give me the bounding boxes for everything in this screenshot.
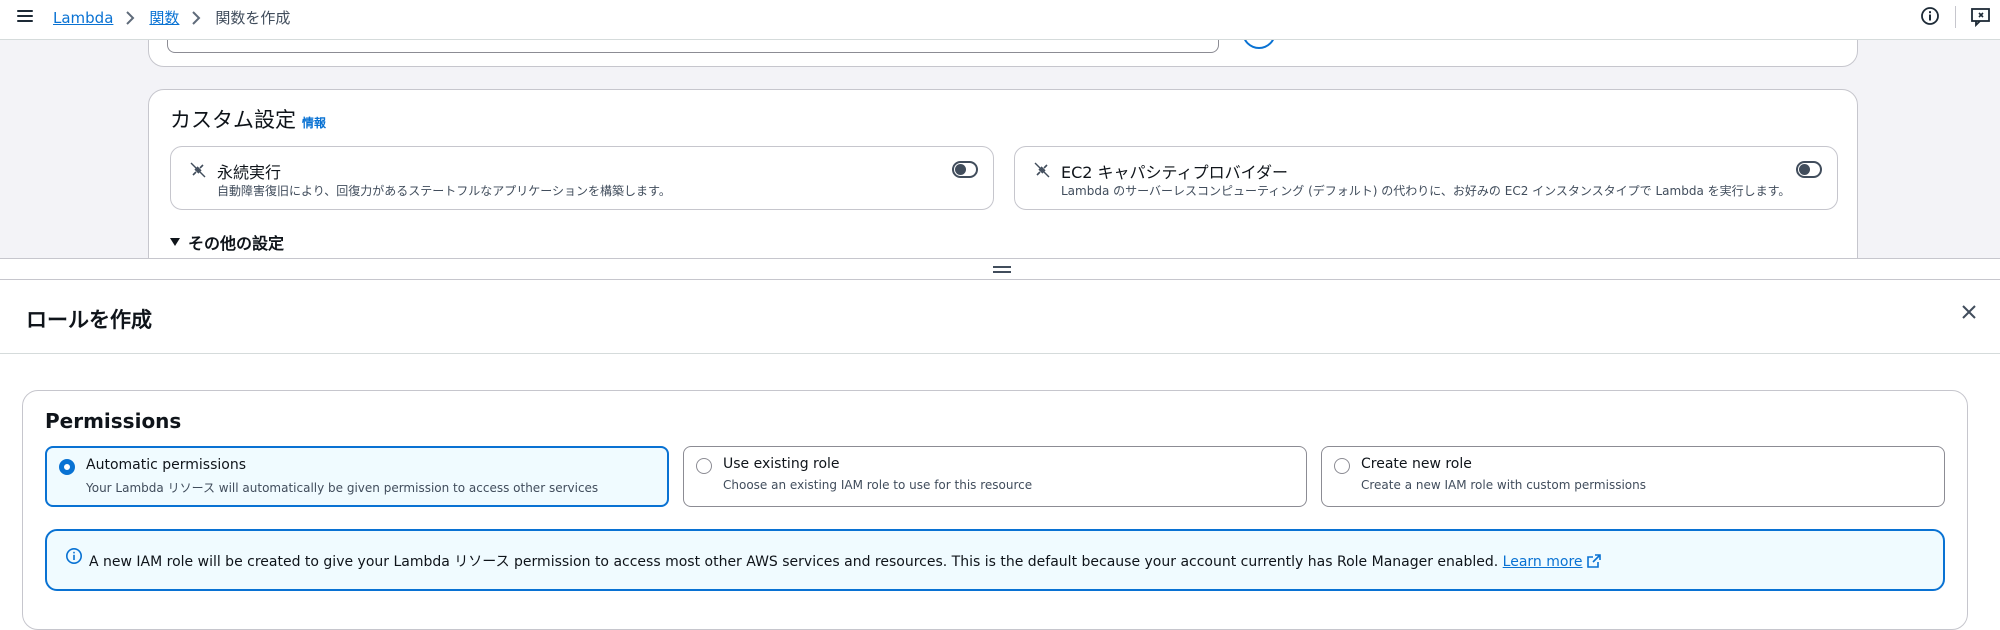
breadcrumb-lambda[interactable]: Lambda	[53, 9, 113, 27]
chevron-right-icon	[191, 10, 201, 25]
info-icon	[65, 547, 83, 565]
tile-description: Your Lambda リソース will automatically be g…	[86, 481, 599, 495]
durable-execution-toggle[interactable]	[952, 161, 978, 178]
info-link[interactable]: 情報	[302, 114, 326, 131]
close-icon[interactable]	[1959, 302, 1979, 322]
caret-down-icon	[170, 238, 180, 246]
durable-execution-title: 永続実行	[217, 163, 282, 182]
ec2-capacity-provider-title: EC2 キャパシティプロバイダー	[1061, 163, 1288, 182]
chevron-right-icon	[125, 10, 135, 25]
durable-execution-option: 永続実行 自動障害復旧により、回復力があるステートフルなアプリケーションを構築し…	[170, 146, 994, 210]
menu-icon[interactable]	[16, 7, 36, 27]
panel-resize-handle[interactable]	[0, 258, 2000, 280]
automatic-permissions-radio[interactable]	[59, 459, 75, 475]
use-existing-role-tile[interactable]: Use existing role Choose an existing IAM…	[683, 446, 1307, 507]
tile-label: Create new role	[1361, 456, 1472, 472]
external-link-icon	[1586, 554, 1601, 568]
other-settings-expander[interactable]: その他の設定	[170, 230, 284, 254]
permissions-card: Permissions Automatic permissions Your L…	[22, 390, 1968, 630]
ec2-capacity-provider-description: Lambda のサーバーレスコンピューティング (デフォルト) の代わりに、お好…	[1061, 184, 1791, 198]
tile-label: Automatic permissions	[86, 457, 246, 473]
drag-handle-icon	[993, 266, 1011, 274]
feedback-icon[interactable]	[1970, 6, 1992, 28]
radio-indicator-icon[interactable]	[1242, 40, 1276, 49]
panel-title: ロールを作成	[26, 308, 152, 332]
tile-description: Choose an existing IAM role to use for t…	[723, 478, 1033, 492]
breadcrumb-functions[interactable]: 関数	[149, 7, 179, 28]
unplug-icon	[1034, 162, 1050, 178]
top-navigation-bar: Lambda 関数 関数を作成	[0, 0, 2000, 40]
alert-message: A new IAM role will be created to give y…	[89, 551, 1601, 571]
permissions-title: Permissions	[45, 409, 182, 433]
create-new-role-tile[interactable]: Create new role Create a new IAM role wi…	[1321, 446, 1945, 507]
function-name-input[interactable]	[167, 40, 1219, 53]
alert-text: A new IAM role will be created to give y…	[89, 554, 1499, 570]
tile-description: Create a new IAM role with custom permis…	[1361, 478, 1646, 492]
ec2-capacity-provider-toggle[interactable]	[1796, 161, 1822, 178]
toolbar-divider	[1955, 6, 1956, 28]
learn-more-link[interactable]: Learn more	[1503, 554, 1601, 570]
breadcrumb-current: 関数を作成	[215, 9, 291, 27]
unplug-icon	[190, 162, 206, 178]
custom-settings-title: カスタム設定	[170, 108, 296, 132]
main-content-area: カスタム設定 情報 永続実行 自動障害復旧により、回復力があるステートフルなアプ…	[0, 40, 2000, 258]
info-icon[interactable]	[1920, 6, 1940, 26]
use-existing-role-radio[interactable]	[696, 458, 712, 474]
ec2-capacity-provider-option: EC2 キャパシティプロバイダー Lambda のサーバーレスコンピューティング…	[1014, 146, 1838, 210]
previous-section-card	[148, 40, 1858, 67]
other-settings-label: その他の設定	[188, 234, 285, 253]
durable-execution-description: 自動障害復旧により、回復力があるステートフルなアプリケーションを構築します。	[217, 184, 671, 198]
custom-settings-card: カスタム設定 情報 永続実行 自動障害復旧により、回復力があるステートフルなアプ…	[148, 89, 1858, 258]
automatic-permissions-tile[interactable]: Automatic permissions Your Lambda リソース w…	[45, 446, 669, 507]
breadcrumb: Lambda 関数 関数を作成	[53, 7, 290, 28]
tile-label: Use existing role	[723, 456, 840, 472]
create-new-role-radio[interactable]	[1334, 458, 1350, 474]
info-alert: A new IAM role will be created to give y…	[45, 529, 1945, 591]
panel-header: ロールを作成	[0, 280, 2000, 354]
create-role-panel: ロールを作成 Permissions Automatic permissions…	[0, 280, 2000, 630]
